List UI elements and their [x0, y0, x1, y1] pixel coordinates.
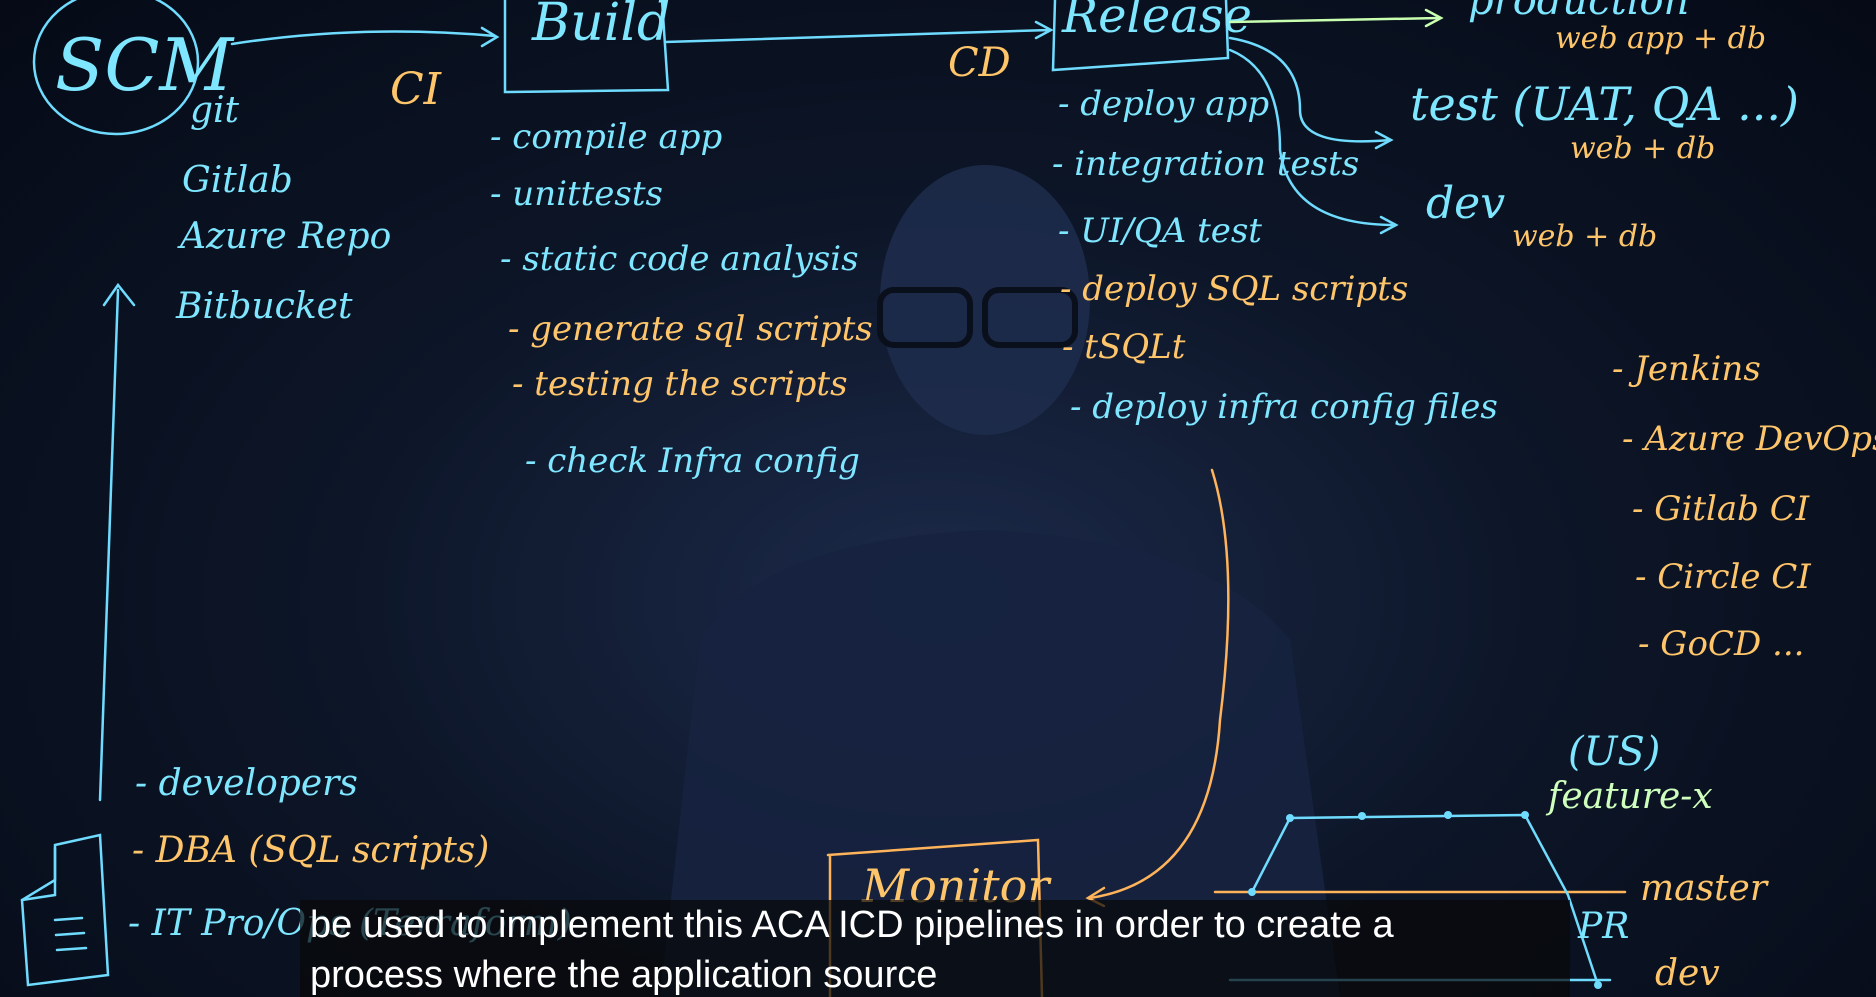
release-title: Release — [1061, 0, 1252, 44]
scm-item: Azure Repo — [177, 216, 391, 257]
env-production-note: web app + db — [1555, 21, 1766, 56]
tool-item: - Azure DevOps — [1622, 419, 1876, 459]
env-dev-note: web + db — [1512, 219, 1657, 254]
tool-item: - Circle CI — [1635, 557, 1811, 597]
to-production-arrow — [1228, 16, 1442, 24]
lightboard: SCM git Gitlab Azure Repo Bitbucket CI C… — [20, 0, 1876, 997]
env-test: test (UAT, QA ...) — [1410, 77, 1799, 131]
release-item: - deploy infra config files — [1070, 387, 1498, 427]
branch-master-label: master — [1640, 868, 1769, 909]
env-test-note: web + db — [1570, 131, 1715, 166]
branch-pr-label: PR — [1577, 906, 1629, 947]
release-item: - integration tests — [1052, 144, 1359, 184]
tool-item: - Jenkins — [1612, 349, 1761, 389]
caption-overlay: be used to implement this ACA ICD pipeli… — [300, 900, 1570, 997]
release-list: - deploy app - integration tests - UI/QA… — [1052, 84, 1498, 427]
document-icon — [20, 833, 110, 987]
tool-item: - Gitlab CI — [1632, 489, 1810, 529]
ci-label: CI — [390, 64, 443, 115]
scm-to-build-arrow — [230, 30, 497, 46]
build-item: - generate sql scripts — [508, 309, 873, 349]
build-item: - static code analysis — [500, 239, 859, 279]
caption-line: be used to implement this ACA ICD pipeli… — [310, 904, 1394, 946]
scm-item: Bitbucket — [175, 286, 353, 327]
release-item: - UI/QA test — [1058, 211, 1262, 251]
people-item: - DBA (SQL scripts) — [132, 830, 489, 871]
build-title: Build — [531, 0, 670, 53]
people-to-scm-arrow — [98, 288, 120, 802]
release-item: - tSQLt — [1062, 327, 1186, 367]
people-item: - developers — [135, 763, 358, 804]
ci-tools-list: - Jenkins - Azure DevOps - Gitlab CI - C… — [1612, 349, 1876, 664]
to-dev-arrow — [1228, 48, 1397, 227]
build-list: - compile app - unittests - static code … — [490, 117, 873, 481]
build-item: - testing the scripts — [512, 364, 848, 404]
scm-item: Gitlab — [182, 160, 293, 201]
build-item: - compile app — [490, 117, 722, 157]
cd-label: CD — [948, 40, 1011, 86]
scm-list: git Gitlab Azure Repo Bitbucket — [175, 90, 391, 327]
branch-us-label: (US) — [1568, 729, 1660, 775]
build-item: - unittests — [490, 174, 663, 214]
release-item: - deploy SQL scripts — [1060, 269, 1408, 309]
caption-line: process where the application source — [310, 954, 938, 996]
build-item: - check Infra config — [525, 441, 860, 481]
release-item: - deploy app — [1058, 84, 1269, 124]
env-dev: dev — [1426, 178, 1505, 229]
branch-feature-label: feature-x — [1545, 776, 1713, 817]
branch-dev-label: dev — [1655, 953, 1720, 994]
scm-item: git — [190, 90, 240, 131]
tool-item: - GoCD ... — [1638, 624, 1804, 664]
